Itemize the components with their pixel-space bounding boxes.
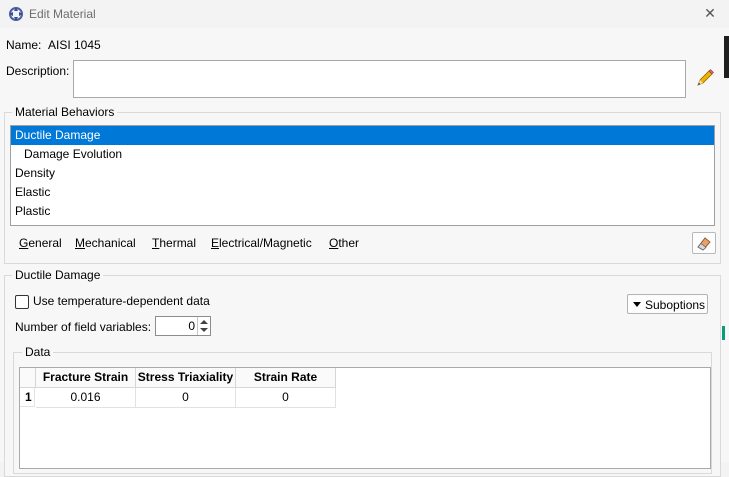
menu-thermal-rest: hermal: [159, 236, 197, 250]
menu-mechanical[interactable]: Mechanical: [75, 236, 136, 250]
eraser-icon: [697, 237, 711, 251]
list-item-elastic[interactable]: Elastic: [11, 183, 714, 202]
data-table[interactable]: Fracture Strain Stress Triaxiality Strai…: [19, 367, 711, 469]
menu-general[interactable]: General: [19, 236, 62, 250]
menu-other-rest: ther: [338, 236, 360, 250]
spinner-icon[interactable]: [197, 317, 210, 335]
name-label: Name:: [6, 38, 42, 52]
spin-down-arrow[interactable]: [200, 328, 208, 332]
menu-electrical-mnemonic: E: [211, 236, 220, 250]
suboptions-label: Suboptions: [645, 298, 706, 312]
list-item-damage-evolution[interactable]: Damage Evolution: [11, 145, 714, 164]
dropdown-arrow-icon: [633, 302, 641, 307]
menu-electrical-rest: lectrical/Magnetic: [219, 236, 312, 250]
app-icon: [9, 7, 23, 21]
table-corner: [20, 368, 36, 388]
list-item-plastic[interactable]: Plastic: [11, 202, 714, 221]
title-bar: [0, 0, 729, 28]
material-behaviors-legend: Material Behaviors: [12, 105, 118, 119]
row-header[interactable]: 1: [20, 388, 35, 407]
data-legend: Data: [22, 345, 54, 359]
column-header-fracture-strain[interactable]: Fracture Strain: [36, 368, 136, 388]
menu-mechanical-rest: echanical: [85, 236, 136, 250]
menu-general-mnemonic: G: [19, 236, 29, 250]
window-title: Edit Material: [29, 7, 96, 21]
accent-marker: [722, 326, 725, 340]
material-name: AISI 1045: [48, 38, 101, 52]
description-field[interactable]: [73, 60, 686, 98]
material-behaviors-list[interactable]: Ductile Damage Damage Evolution Density …: [10, 125, 715, 226]
table-cell[interactable]: 0.016: [36, 388, 136, 408]
table-cell[interactable]: 0: [136, 388, 236, 408]
column-header-strain-rate[interactable]: Strain Rate: [236, 368, 336, 388]
spin-up-arrow[interactable]: [200, 320, 208, 324]
menu-general-rest: eneral: [28, 236, 62, 250]
delete-behavior-button[interactable]: [692, 232, 716, 254]
menu-electrical-magnetic[interactable]: Electrical/Magnetic: [211, 236, 312, 250]
menu-thermal[interactable]: Thermal: [152, 236, 196, 250]
field-variables-label: Number of field variables:: [15, 320, 152, 334]
temp-dependent-checkbox[interactable]: [15, 295, 29, 309]
list-item-ductile-damage[interactable]: Ductile Damage: [11, 126, 714, 145]
table-cell[interactable]: 0: [236, 388, 336, 408]
suboptions-button[interactable]: Suboptions: [627, 294, 708, 314]
background-window-edge: [724, 36, 729, 78]
field-variables-value[interactable]: 0: [188, 319, 195, 333]
description-label: Description:: [6, 64, 70, 78]
pencil-icon[interactable]: [694, 67, 716, 89]
menu-other-mnemonic: O: [329, 236, 339, 250]
menu-other[interactable]: Other: [329, 236, 359, 250]
menu-mechanical-mnemonic: M: [75, 236, 85, 250]
temp-dependent-label[interactable]: Use temperature-dependent data: [33, 294, 210, 308]
field-variables-spinner[interactable]: 0: [155, 316, 211, 336]
close-icon[interactable]: ✕: [700, 4, 720, 22]
list-item-density[interactable]: Density: [11, 164, 714, 183]
column-header-stress-triaxiality[interactable]: Stress Triaxiality: [136, 368, 236, 388]
ductile-damage-legend: Ductile Damage: [12, 268, 104, 282]
